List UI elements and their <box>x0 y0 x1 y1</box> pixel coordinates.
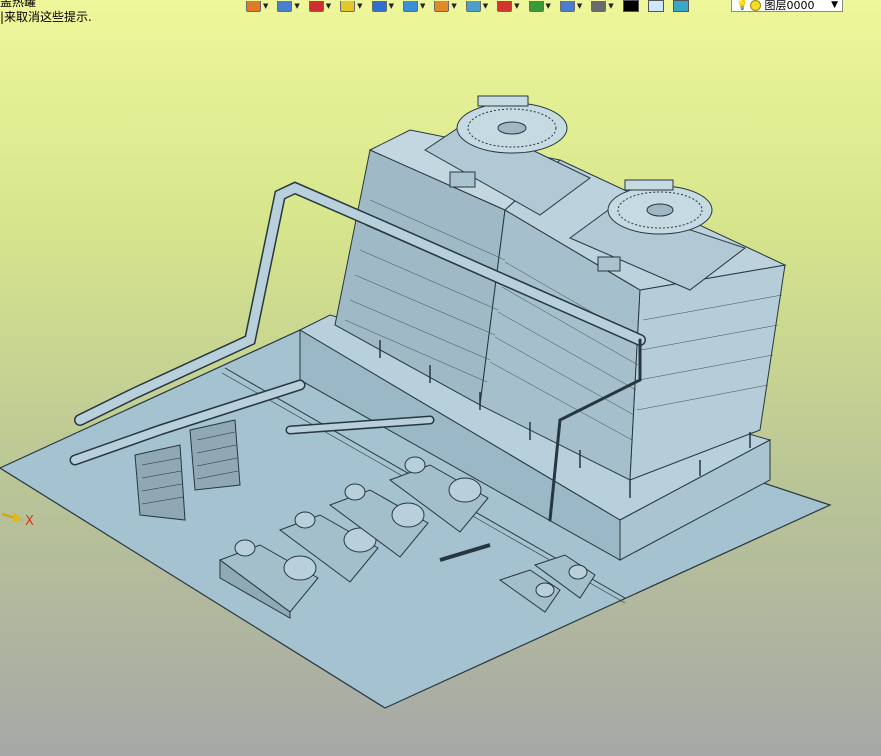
lightbulb-icon: 💡 <box>736 0 749 11</box>
layer-dropdown[interactable]: 💡 图层0000 ▼ <box>731 0 843 12</box>
command-prompt-line-1: 盖热罐 <box>0 0 37 9</box>
snap-target-button[interactable]: ▼ <box>497 0 520 12</box>
color-swatch-black[interactable] <box>622 0 639 12</box>
image-icon <box>465 0 481 12</box>
database-button[interactable]: ▼ <box>591 0 614 12</box>
cube-view-icon <box>402 0 418 12</box>
axis-triad-icon <box>1 512 23 522</box>
copy-button[interactable]: ▼ <box>528 0 551 12</box>
color-swatch-blue[interactable] <box>647 0 664 12</box>
color-swatch-blue-swatch <box>647 0 664 12</box>
chevron-down-icon[interactable]: ▼ <box>577 2 582 10</box>
box-yellow-icon <box>340 0 356 12</box>
image-button[interactable]: ▼ <box>465 0 488 12</box>
chevron-down-icon[interactable]: ▼ <box>546 2 551 10</box>
box-blue-icon <box>371 0 387 12</box>
chevron-down-icon[interactable]: ▼ <box>420 2 425 10</box>
x-axis-label: X <box>25 514 34 529</box>
fan-right <box>607 179 713 235</box>
box-blue-button[interactable]: ▼ <box>371 0 394 12</box>
chevron-down-icon[interactable]: ▼ <box>483 2 488 10</box>
chevron-down-icon[interactable]: ▼ <box>263 2 268 10</box>
layers-stack-icon <box>277 0 293 12</box>
chevron-down-icon[interactable]: ▼ <box>608 2 613 10</box>
chevron-down-icon[interactable]: ▼ <box>294 2 299 10</box>
cooling-tower-model[interactable] <box>0 0 881 756</box>
chevron-down-icon[interactable]: ▼ <box>451 2 456 10</box>
chevron-down-icon[interactable]: ▼ <box>831 0 838 10</box>
snap-target-icon <box>497 0 513 12</box>
cad-3d-viewport[interactable]: 盖热罐 |来取消这些提示. ▼ ▼ ▼ ▼ ▼ ▼ ▼ ▼ ▼ ▼ ▼ ▼ 💡 图层0000 ▼ X <box>0 0 881 756</box>
render-icon <box>434 0 450 12</box>
frame-button[interactable]: ▼ <box>559 0 582 12</box>
sun-icon <box>750 0 762 11</box>
frame-icon <box>559 0 575 12</box>
copy-icon <box>528 0 544 12</box>
pen-button[interactable]: ▼ <box>308 0 331 12</box>
layers-stack-button[interactable]: ▼ <box>277 0 300 12</box>
chevron-down-icon[interactable]: ▼ <box>389 2 394 10</box>
layer-stack-icon-swatch <box>672 0 689 12</box>
undo-icon <box>246 0 261 12</box>
layer-name: 图层0000 <box>764 0 815 12</box>
render-button[interactable]: ▼ <box>434 0 457 12</box>
database-icon <box>591 0 607 12</box>
command-prompt-line-2: |来取消这些提示. <box>0 10 92 24</box>
layer-stack-icon[interactable] <box>672 0 689 12</box>
pen-icon <box>308 0 324 12</box>
box-yellow-button[interactable]: ▼ <box>340 0 363 12</box>
color-swatch-black-swatch <box>622 0 639 12</box>
chevron-down-icon[interactable]: ▼ <box>514 2 519 10</box>
cube-view-button[interactable]: ▼ <box>402 0 425 12</box>
chevron-down-icon[interactable]: ▼ <box>326 2 331 10</box>
chevron-down-icon[interactable]: ▼ <box>357 2 362 10</box>
undo-button[interactable]: ▼ <box>246 0 268 12</box>
fan-left <box>456 95 568 154</box>
